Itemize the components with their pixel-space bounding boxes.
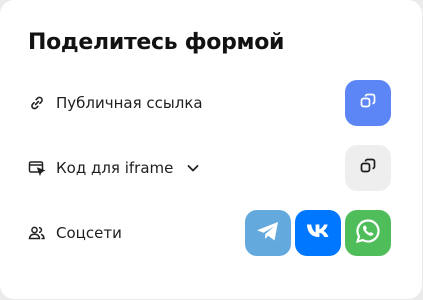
public-link-label: Публичная ссылка: [56, 94, 203, 112]
social-label: Соцсети: [56, 224, 122, 242]
share-form-card: Поделитесь формой Публичная ссылка Код д…: [0, 0, 422, 299]
copy-public-link-button[interactable]: [345, 80, 391, 126]
card-title: Поделитесь формой: [28, 30, 285, 55]
telegram-share-button[interactable]: [245, 210, 291, 256]
link-icon: [28, 94, 46, 112]
copy-iframe-code-button[interactable]: [345, 145, 391, 191]
public-link-row: Публичная ссылка: [28, 80, 391, 126]
whatsapp-icon: [353, 216, 383, 250]
telegram-icon: [253, 216, 283, 250]
social-row: Соцсети: [28, 210, 391, 256]
vk-share-button[interactable]: [295, 210, 341, 256]
copy-icon: [359, 157, 377, 179]
copy-icon: [359, 92, 377, 114]
users-icon: [28, 224, 46, 242]
iframe-window-icon: [28, 159, 46, 177]
vk-icon: [303, 216, 333, 250]
social-buttons: [245, 210, 391, 256]
iframe-code-label[interactable]: Код для iframe: [56, 159, 173, 177]
iframe-code-row: Код для iframe: [28, 145, 391, 191]
whatsapp-share-button[interactable]: [345, 210, 391, 256]
chevron-down-icon[interactable]: [185, 160, 201, 176]
